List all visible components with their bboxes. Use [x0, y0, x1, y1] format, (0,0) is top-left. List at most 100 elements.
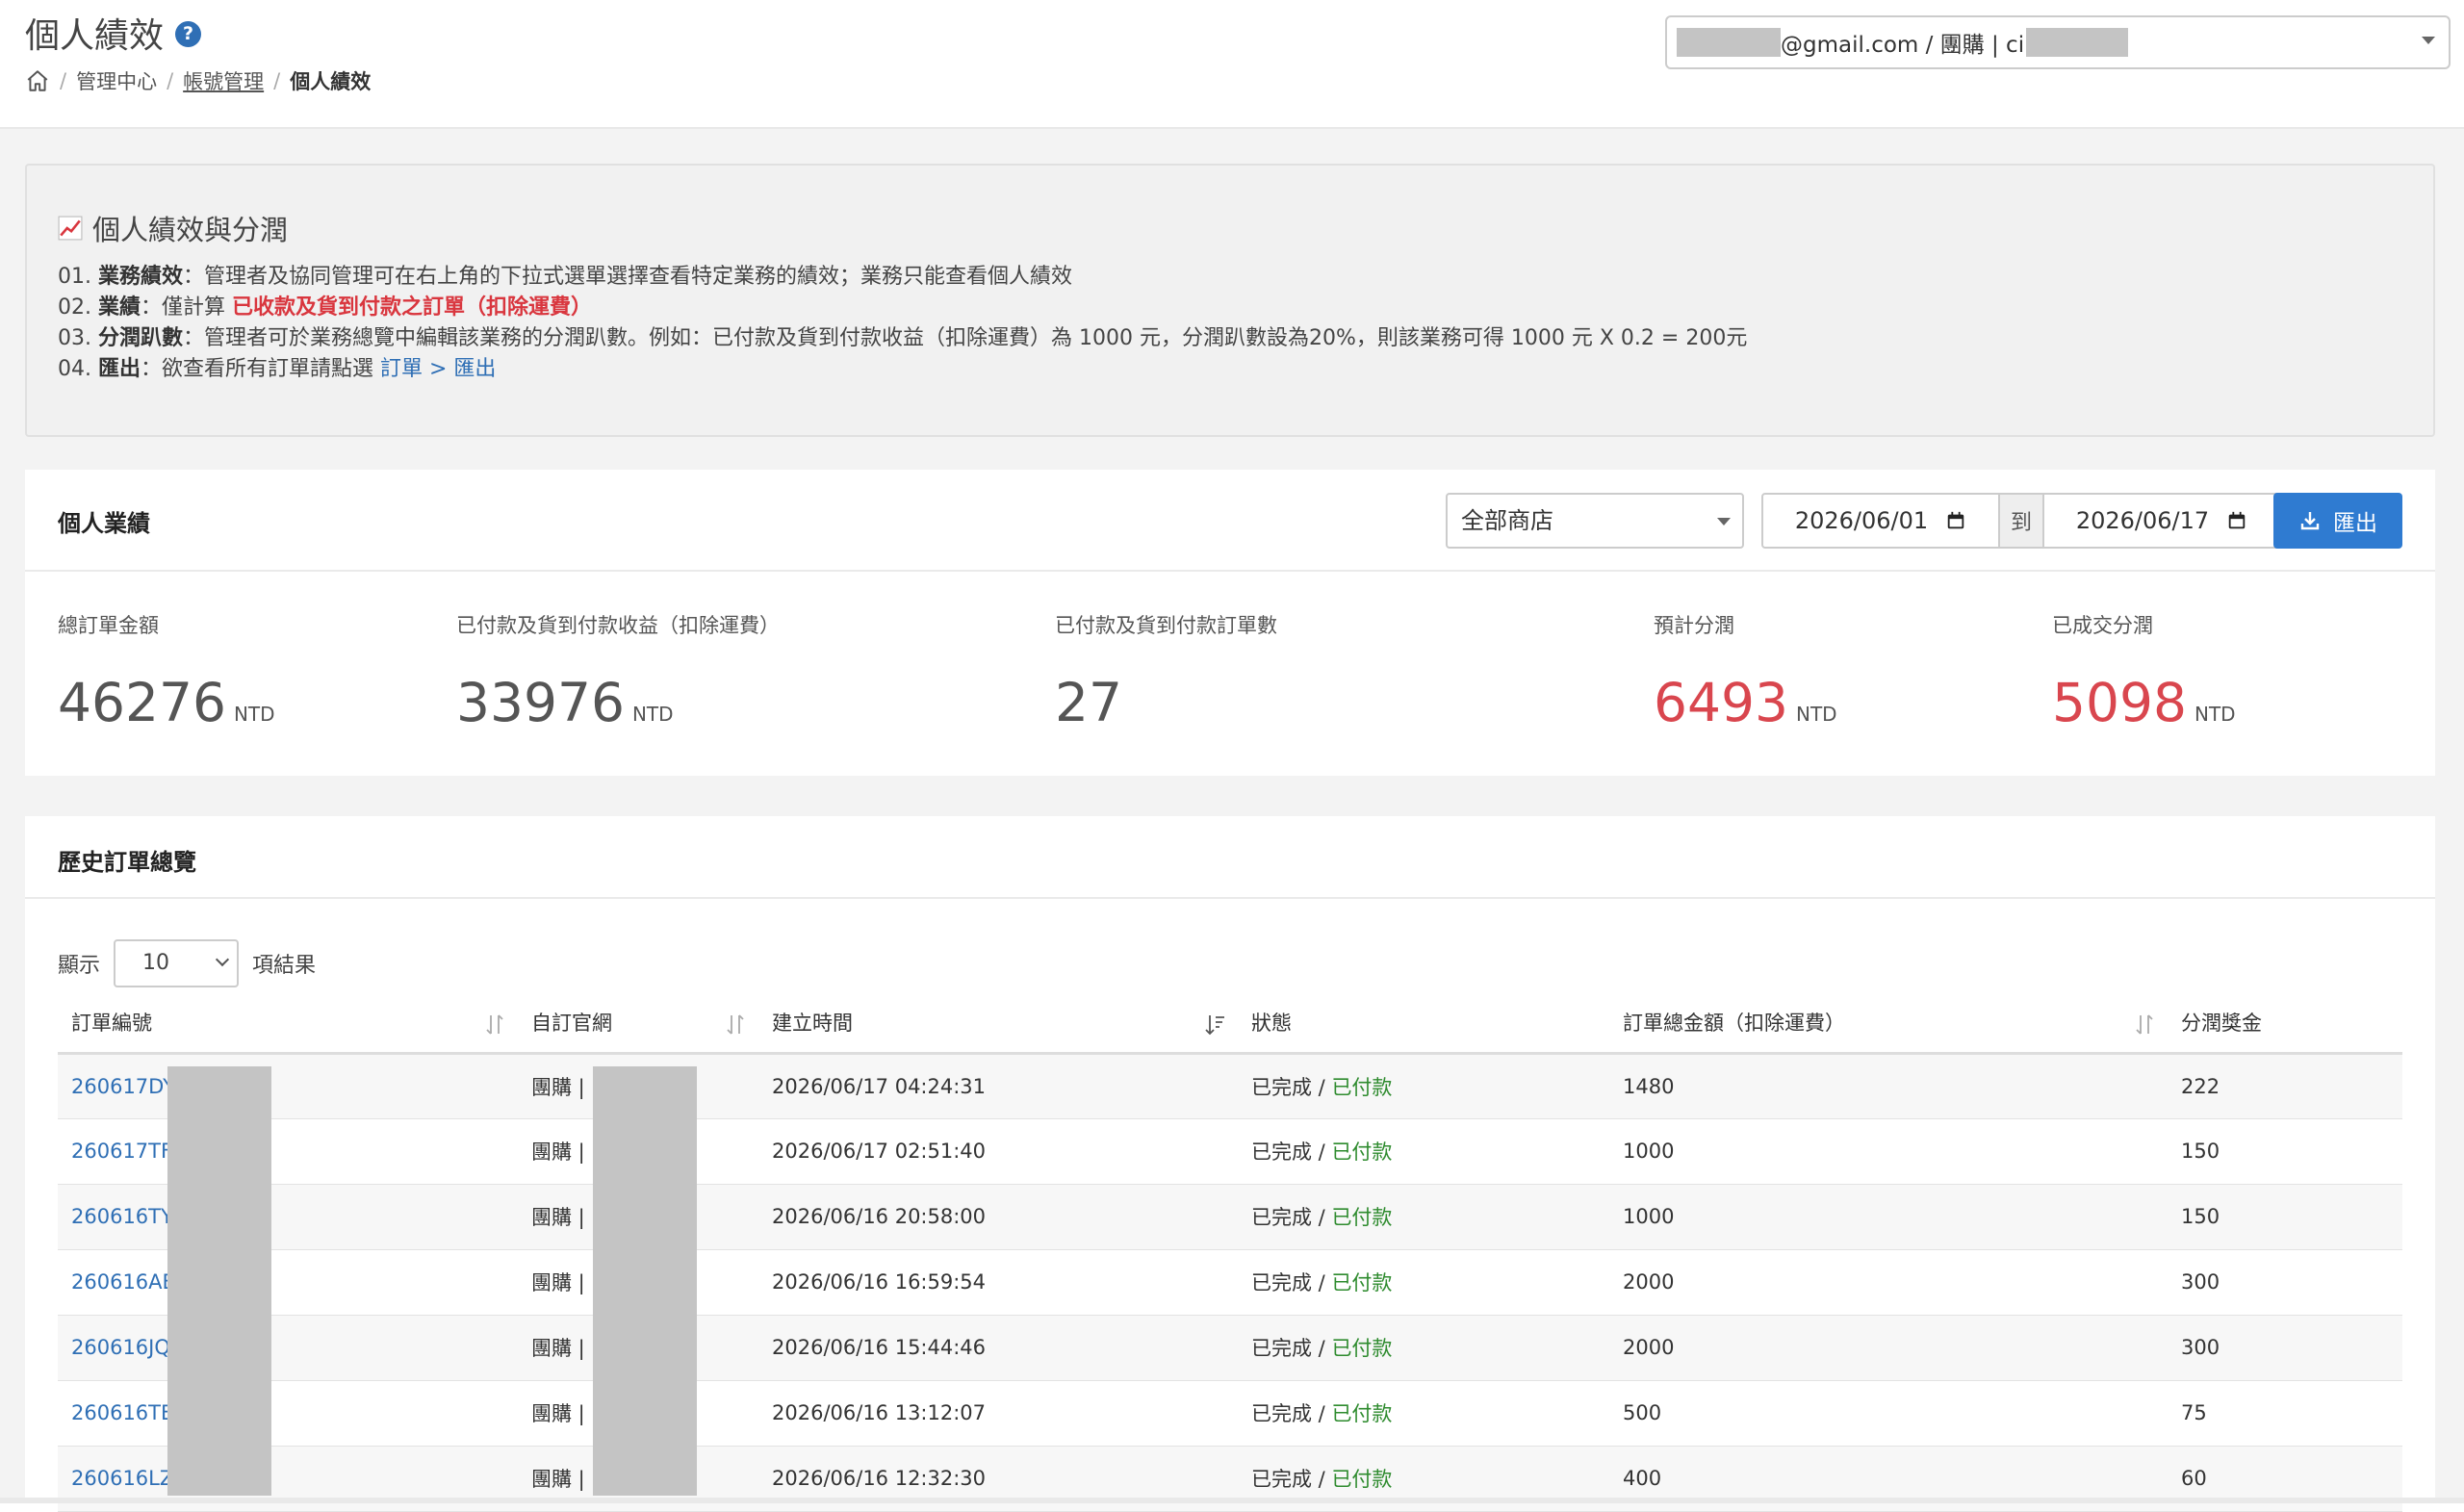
calendar-icon[interactable]: [1945, 510, 1966, 531]
status-text: 已完成 /: [1251, 1140, 1332, 1164]
created-cell: 2026/06/17 04:24:31: [758, 1053, 1238, 1119]
redacted-block: [1677, 28, 1781, 57]
payment-status: 已付款: [1331, 1075, 1393, 1099]
calendar-icon[interactable]: [2226, 510, 2247, 531]
amount-cell: 2000: [1609, 1249, 2168, 1316]
column-header-label: 狀態: [1251, 1012, 1292, 1036]
export-button-label: 匯出: [2333, 511, 2377, 536]
column-header-label: 自訂官網: [531, 1012, 612, 1036]
date-from-value: 2026/06/01: [1794, 507, 1929, 534]
column-header-amount[interactable]: 訂單總金額（扣除運費）: [1609, 993, 2168, 1055]
chart-increasing-icon: [58, 216, 83, 241]
breadcrumb-separator: /: [60, 69, 67, 92]
page-length-value: 10: [142, 951, 170, 975]
info-item-key: 業務績效: [98, 265, 184, 289]
order-id-link[interactable]: 260616AE: [71, 1270, 175, 1294]
stat-label: 已成交分潤: [2052, 614, 2153, 637]
shop-select[interactable]: 全部商店: [1446, 493, 1744, 549]
account-select[interactable]: @gmail.com / 團購 | ci: [1665, 15, 2451, 69]
stat-unit: NTD: [1795, 703, 1837, 726]
stat-paid-order-count: 已付款及貨到付款訂單數 27: [1055, 610, 1277, 741]
status-cell: 已完成 / 已付款: [1238, 1315, 1609, 1381]
stat-label: 預計分潤: [1654, 614, 1734, 637]
export-button[interactable]: 匯出: [2273, 493, 2402, 549]
status-cell: 已完成 / 已付款: [1238, 1053, 1609, 1119]
orders-export-link[interactable]: 訂單 > 匯出: [380, 357, 496, 381]
sort-icon[interactable]: [483, 1012, 506, 1038]
info-item-number: 01.: [58, 265, 91, 289]
page-length-select[interactable]: 10: [114, 939, 240, 987]
bonus-cell: 300: [2168, 1315, 2402, 1381]
column-header-order-id[interactable]: 訂單編號: [58, 993, 518, 1055]
order-id-link[interactable]: 260617DY: [71, 1075, 175, 1098]
stat-value: 33976 NTD: [456, 676, 780, 741]
status-text: 已完成 /: [1251, 1402, 1332, 1425]
info-item-highlight: 已收款及貨到付款之訂單（扣除運費）: [232, 295, 593, 320]
performance-card-header: 個人業績 全部商店 2026/06/01 到 2026/06/17 匯出: [25, 470, 2435, 572]
amount-cell: 1000: [1609, 1118, 2168, 1185]
info-item: 02. 業績：僅計算 已收款及貨到付款之訂單（扣除運費）: [58, 293, 1747, 323]
breadcrumb-admin-center[interactable]: 管理中心: [76, 66, 157, 95]
results-label: 項結果: [252, 954, 317, 978]
info-item: 04. 匯出：欲查看所有訂單請點選 訂單 > 匯出: [58, 354, 1747, 385]
column-header-bonus: 分潤獎金: [2168, 993, 2402, 1055]
column-header-label: 建立時間: [772, 1012, 853, 1036]
breadcrumb-account-management[interactable]: 帳號管理: [183, 66, 264, 95]
page-title: 個人績效: [25, 16, 165, 56]
order-id-link[interactable]: 260616TB: [71, 1401, 174, 1424]
bonus-cell: 75: [2168, 1380, 2402, 1447]
caret-down-icon: [2422, 37, 2435, 44]
chevron-down-icon: [215, 952, 230, 967]
breadcrumb-separator: /: [273, 69, 281, 92]
info-title-text: 個人績效與分潤: [92, 214, 289, 246]
redacted-block: [2026, 28, 2129, 57]
sort-icon[interactable]: [2133, 1012, 2156, 1038]
download-icon: [2300, 512, 2320, 530]
performance-title: 個人業績: [58, 510, 150, 537]
redacted-block: [593, 1066, 697, 1496]
created-cell: 2026/06/16 13:12:07: [758, 1380, 1238, 1447]
shop-select-value: 全部商店: [1461, 507, 1553, 534]
status-cell: 已完成 / 已付款: [1238, 1184, 1609, 1250]
breadcrumb: / 管理中心 / 帳號管理 / 個人績效: [25, 65, 371, 96]
stat-number: 33976: [456, 672, 625, 733]
stat-label: 總訂單金額: [58, 614, 159, 637]
column-header-site[interactable]: 自訂官網: [518, 993, 758, 1055]
stat-value: 6493 NTD: [1654, 676, 1837, 741]
payment-status: 已付款: [1331, 1206, 1393, 1229]
order-id-link[interactable]: 260616LZ: [71, 1467, 173, 1490]
info-item: 03. 分潤趴數：管理者可於業務總覽中編輯該業務的分潤趴數。例如：已付款及貨到付…: [58, 323, 1747, 354]
caret-down-icon: [1717, 518, 1731, 525]
table-row: 260617DY 團購 | 2026/06/17 04:24:31 已完成 / …: [58, 1053, 2402, 1119]
stat-expected-commission: 預計分潤 6493 NTD: [1654, 610, 1837, 741]
main-content: 個人績效與分潤 01. 業務績效：管理者及協同管理可在右上角的下拉式選單選擇查看…: [0, 129, 2464, 1512]
payment-status: 已付款: [1331, 1468, 1393, 1491]
table-row: 260616TY 團購 | 2026/06/16 20:58:00 已完成 / …: [58, 1184, 2402, 1250]
status-text: 已完成 /: [1251, 1337, 1332, 1360]
table-row: 260616TB 團購 | 2026/06/16 13:12:07 已完成 / …: [58, 1380, 2402, 1447]
amount-cell: 500: [1609, 1380, 2168, 1447]
info-item: 01. 業務績效：管理者及協同管理可在右上角的下拉式選單選擇查看特定業務的績效；…: [58, 262, 1747, 293]
stat-paid-revenue: 已付款及貨到付款收益（扣除運費） 33976 NTD: [456, 610, 780, 741]
performance-card: 個人業績 全部商店 2026/06/01 到 2026/06/17 匯出 總訂單…: [25, 470, 2435, 776]
stat-number: 46276: [58, 672, 226, 733]
sort-icon[interactable]: [724, 1012, 747, 1038]
stat-unit: NTD: [2194, 703, 2236, 726]
date-to-input[interactable]: 2026/06/17: [2044, 495, 2279, 547]
sort-descending-icon[interactable]: [1203, 1012, 1226, 1038]
column-header-created[interactable]: 建立時間: [758, 993, 1238, 1055]
order-id-link[interactable]: 260616TY: [71, 1205, 173, 1228]
order-id-link[interactable]: 260617TF: [71, 1140, 172, 1163]
amount-cell: 2000: [1609, 1315, 2168, 1381]
help-icon[interactable]: ?: [175, 21, 201, 47]
scroll-edge: [0, 1498, 2464, 1503]
info-item-number: 04.: [58, 357, 91, 381]
stat-number: 6493: [1654, 672, 1788, 733]
home-icon[interactable]: [25, 68, 50, 93]
date-from-input[interactable]: 2026/06/01: [1763, 495, 1998, 547]
order-id-link[interactable]: 260616JQ: [71, 1336, 170, 1359]
table-row: 260616AE 團購 | 2026/06/16 16:59:54 已完成 / …: [58, 1249, 2402, 1316]
info-panel: 個人績效與分潤 01. 業務績效：管理者及協同管理可在右上角的下拉式選單選擇查看…: [25, 164, 2435, 437]
stat-label: 已付款及貨到付款收益（扣除運費）: [456, 614, 780, 637]
created-cell: 2026/06/16 20:58:00: [758, 1184, 1238, 1250]
